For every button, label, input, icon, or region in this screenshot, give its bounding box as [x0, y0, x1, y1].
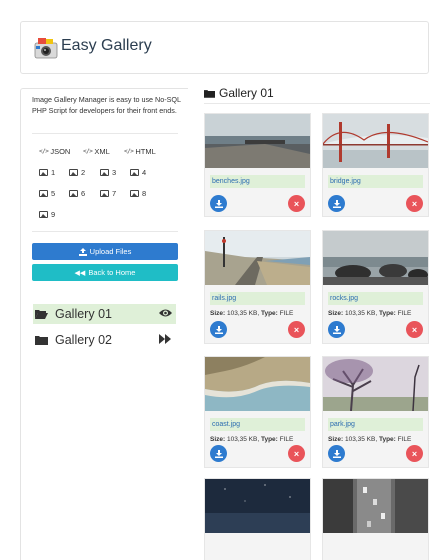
- image-icon: [100, 190, 109, 197]
- format-link-json[interactable]: </> JSON: [39, 147, 70, 156]
- close-icon: ×: [293, 198, 300, 209]
- image-thumbnail[interactable]: [323, 231, 428, 285]
- file-name[interactable]: park.jpg: [328, 418, 423, 431]
- image-thumbnail[interactable]: [205, 114, 310, 168]
- download-icon: [332, 449, 341, 458]
- image-thumbnail[interactable]: [205, 479, 310, 533]
- download-icon: [214, 325, 223, 334]
- image-thumbnail[interactable]: [205, 231, 310, 285]
- file-name[interactable]: rails.jpg: [210, 292, 305, 305]
- gallery-heading: Gallery 01: [204, 86, 274, 100]
- delete-button[interactable]: ×: [406, 195, 423, 212]
- eye-icon[interactable]: [159, 308, 172, 318]
- image-icon: [39, 190, 48, 197]
- delete-button[interactable]: ×: [406, 445, 423, 462]
- image-icon: [69, 190, 78, 197]
- page-link-1[interactable]: 1: [39, 168, 55, 177]
- page-link-6[interactable]: 6: [69, 189, 85, 198]
- folder-icon: [204, 89, 215, 98]
- image-card: bridge.jpg ×: [322, 113, 429, 217]
- double-chevron-right-icon[interactable]: [159, 334, 172, 344]
- image-thumbnail[interactable]: [323, 357, 428, 411]
- download-icon: [332, 325, 341, 334]
- download-icon: [214, 449, 223, 458]
- image-thumbnail[interactable]: [205, 357, 310, 411]
- file-name[interactable]: benches.jpg: [210, 175, 305, 188]
- folder-icon: [35, 336, 48, 345]
- image-icon: [39, 211, 48, 218]
- delete-button[interactable]: ×: [288, 195, 305, 212]
- download-button[interactable]: [328, 445, 345, 462]
- delete-button[interactable]: ×: [406, 321, 423, 338]
- double-chevron-left-icon: ◀◀: [74, 269, 86, 277]
- upload-icon: [78, 247, 87, 256]
- close-icon: ×: [293, 448, 300, 459]
- format-link-html[interactable]: </> HTML: [124, 147, 156, 156]
- image-icon: [130, 190, 139, 197]
- page-link-4[interactable]: 4: [130, 168, 146, 177]
- image-card: rails.jpg Size: 103,35 KB, Type: FILE ×: [204, 230, 311, 344]
- download-button[interactable]: [210, 321, 227, 338]
- page-link-2[interactable]: 2: [69, 168, 85, 177]
- code-icon: </>: [83, 148, 93, 155]
- file-meta: Size: 103,35 KB, Type: FILE: [210, 310, 294, 317]
- image-card: benches.jpg ×: [204, 113, 311, 217]
- download-button[interactable]: [210, 445, 227, 462]
- page-link-8[interactable]: 8: [130, 189, 146, 198]
- delete-button[interactable]: ×: [288, 445, 305, 462]
- close-icon: ×: [411, 198, 418, 209]
- folder-open-icon: [35, 310, 48, 319]
- code-icon: </>: [124, 148, 134, 155]
- delete-button[interactable]: ×: [288, 321, 305, 338]
- page-link-7[interactable]: 7: [100, 189, 116, 198]
- image-card: [204, 478, 311, 560]
- sidebar: Image Gallery Manager is easy to use No-…: [20, 88, 188, 560]
- image-icon: [100, 169, 109, 176]
- file-name[interactable]: rocks.jpg: [328, 292, 423, 305]
- upload-files-button[interactable]: Upload Files: [32, 243, 178, 260]
- app-header: Easy Gallery: [20, 21, 429, 74]
- download-button[interactable]: [210, 195, 227, 212]
- code-icon: </>: [39, 148, 49, 155]
- close-icon: ×: [293, 324, 300, 335]
- sidebar-gallery-01[interactable]: Gallery 01: [33, 304, 176, 324]
- image-thumbnail[interactable]: [323, 479, 428, 533]
- page-link-3[interactable]: 3: [100, 168, 116, 177]
- app-description: Image Gallery Manager is easy to use No-…: [32, 95, 181, 115]
- image-thumbnail[interactable]: [323, 114, 428, 168]
- file-meta: Size: 103,35 KB, Type: FILE: [210, 436, 294, 443]
- sidebar-gallery-02[interactable]: Gallery 02: [33, 330, 176, 350]
- image-card: [322, 478, 429, 560]
- divider: [204, 103, 430, 104]
- image-icon: [39, 169, 48, 176]
- divider: [32, 231, 178, 232]
- camera-logo-icon: [34, 38, 58, 59]
- file-meta: Size: 103,35 KB, Type: FILE: [328, 310, 412, 317]
- close-icon: ×: [411, 448, 418, 459]
- file-meta: Size: 103,35 KB, Type: FILE: [328, 436, 412, 443]
- page-link-5[interactable]: 5: [39, 189, 55, 198]
- format-link-xml[interactable]: </> XML: [83, 147, 110, 156]
- divider: [32, 133, 178, 134]
- app-title[interactable]: Easy Gallery: [61, 37, 152, 55]
- download-button[interactable]: [328, 195, 345, 212]
- image-card: coast.jpg Size: 103,35 KB, Type: FILE ×: [204, 356, 311, 468]
- image-card: park.jpg Size: 103,35 KB, Type: FILE ×: [322, 356, 429, 468]
- download-button[interactable]: [328, 321, 345, 338]
- file-name[interactable]: coast.jpg: [210, 418, 305, 431]
- image-icon: [130, 169, 139, 176]
- image-card: rocks.jpg Size: 103,35 KB, Type: FILE ×: [322, 230, 429, 344]
- close-icon: ×: [411, 324, 418, 335]
- download-icon: [332, 199, 341, 208]
- page-link-9[interactable]: 9: [39, 210, 55, 219]
- download-icon: [214, 199, 223, 208]
- image-icon: [69, 169, 78, 176]
- back-to-home-button[interactable]: ◀◀ Back to Home: [32, 264, 178, 281]
- file-name[interactable]: bridge.jpg: [328, 175, 423, 188]
